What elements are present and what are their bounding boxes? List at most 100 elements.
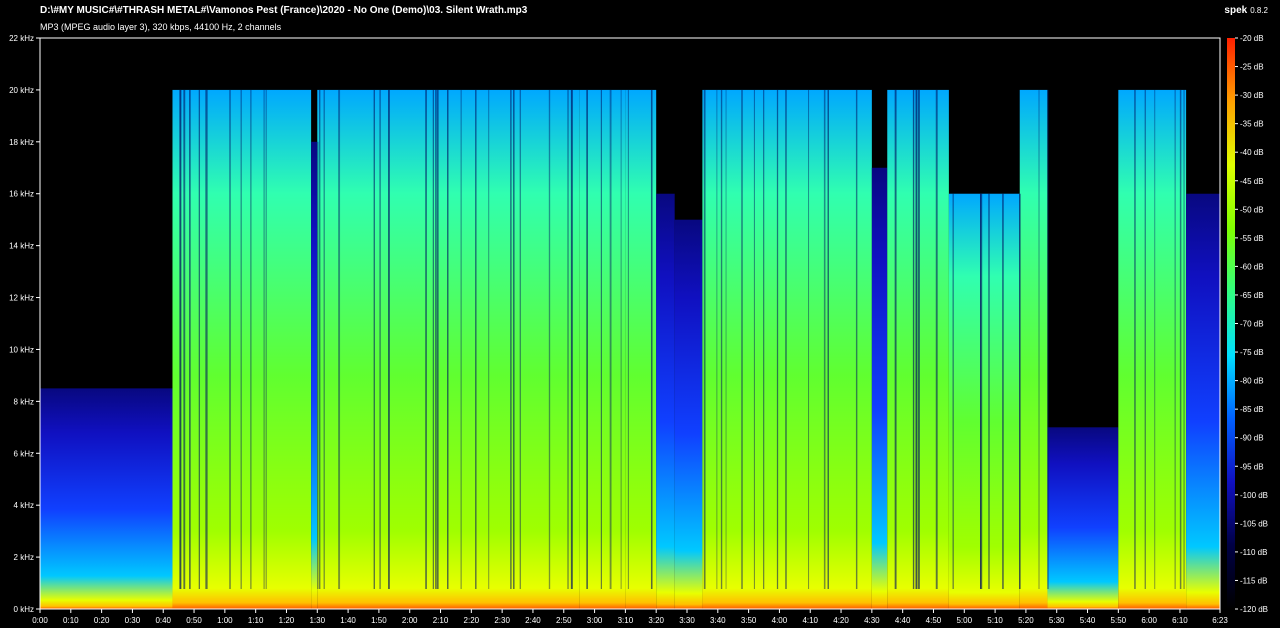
striation-line — [263, 89, 265, 589]
x-tick-label: 6:23 — [1212, 616, 1228, 625]
x-tick-label: 0:50 — [186, 616, 202, 625]
striation-line — [703, 89, 706, 589]
spectrogram-chart: 0 kHz 2 kHz 4 kHz 6 kHz 8 kHz 10 kHz 12 kHz 14 … — [9, 34, 1268, 625]
db-tick-label: -20 dB — [1240, 34, 1264, 43]
x-tick-label: 5:20 — [1018, 616, 1034, 625]
db-tick-label: -110 dB — [1240, 548, 1267, 557]
x-tick-label: 0:00 — [32, 616, 48, 625]
striation-line — [1179, 89, 1182, 589]
striation-line — [488, 89, 490, 589]
x-tick-label: 2:00 — [402, 616, 418, 625]
x-tick-label: 4:00 — [772, 616, 788, 625]
striation-line — [510, 89, 512, 589]
db-tick-label: -120 dB — [1240, 605, 1268, 614]
striation-line — [570, 89, 573, 589]
striation-line — [609, 89, 612, 589]
striation-line — [250, 89, 252, 589]
x-tick-label: 3:40 — [710, 616, 726, 625]
striation-line — [1002, 193, 1004, 589]
striation-line — [548, 89, 551, 589]
x-tick-label: 5:30 — [1049, 616, 1065, 625]
striation-line — [179, 89, 182, 589]
striation-line — [460, 89, 462, 589]
spectrogram-segment — [579, 89, 626, 610]
db-tick-label: -60 dB — [1240, 262, 1264, 271]
x-tick-label: 1:20 — [279, 616, 295, 625]
spectrogram-segments — [40, 89, 1220, 610]
striation-line — [620, 89, 622, 589]
db-tick-label: -25 dB — [1240, 63, 1264, 72]
y-tick-label: 12 kHz — [9, 294, 34, 303]
spectrogram-segment — [1047, 427, 1119, 609]
striation-line — [776, 89, 779, 589]
striation-line — [725, 89, 727, 589]
striation-line — [373, 89, 375, 589]
x-tick-label: 3:00 — [587, 616, 603, 625]
x-tick-label: 5:10 — [987, 616, 1003, 625]
x-tick-label: 4:20 — [833, 616, 849, 625]
spectrogram-segment — [40, 388, 173, 609]
spectrogram-segment — [1118, 89, 1187, 610]
striation-line — [319, 89, 321, 589]
x-tick-label: 3:50 — [741, 616, 757, 625]
striation-line — [785, 89, 787, 589]
striation-line — [753, 89, 755, 589]
x-tick-label: 5:40 — [1080, 616, 1096, 625]
y-tick-label: 22 kHz — [9, 34, 34, 43]
db-tick-label: -90 dB — [1240, 434, 1264, 443]
x-tick-label: 5:00 — [956, 616, 972, 625]
striation-line — [894, 89, 897, 589]
striation-line — [1154, 89, 1156, 589]
striation-line — [1183, 89, 1185, 589]
x-tick-label: 3:30 — [679, 616, 695, 625]
x-tick-label: 6:00 — [1141, 616, 1157, 625]
y-tick-label: 6 kHz — [14, 449, 34, 458]
spectrogram-segment — [948, 193, 1020, 609]
striation-line — [600, 89, 602, 589]
db-tick-label: -95 dB — [1240, 462, 1264, 471]
db-tick-label: -75 dB — [1240, 348, 1264, 357]
y-tick-label: 4 kHz — [14, 501, 34, 510]
y-tick-label: 18 kHz — [9, 138, 34, 147]
db-scale: -20 dB -25 dB -30 dB -35 dB -40 dB -45 dB -50 … — [1235, 34, 1268, 614]
striation-line — [980, 193, 983, 589]
striation-line — [513, 89, 515, 589]
striation-line — [435, 89, 437, 589]
db-tick-label: -70 dB — [1240, 320, 1264, 329]
striation-line — [808, 89, 810, 589]
striation-line — [338, 89, 341, 589]
x-tick-label: 1:00 — [217, 616, 233, 625]
y-tick-label: 16 kHz — [9, 190, 34, 199]
striation-line — [240, 89, 242, 589]
striation-line — [763, 89, 765, 589]
x-tick-label: 4:30 — [864, 616, 880, 625]
striation-line — [1019, 193, 1021, 589]
y-tick-label: 20 kHz — [9, 86, 34, 95]
db-tick-label: -55 dB — [1240, 234, 1264, 243]
x-tick-label: 0:10 — [63, 616, 79, 625]
striation-line — [988, 193, 990, 589]
db-tick-label: -30 dB — [1240, 91, 1264, 100]
spectrogram-segment — [871, 167, 888, 610]
striation-line — [650, 89, 653, 589]
striation-line — [952, 193, 954, 589]
x-tick-label: 3:10 — [618, 616, 634, 625]
x-tick-label: 0:40 — [155, 616, 171, 625]
y-tick-label: 8 kHz — [14, 397, 34, 406]
y-tick-label: 14 kHz — [9, 242, 34, 251]
y-tick-label: 0 kHz — [14, 605, 34, 614]
striation-line — [855, 89, 858, 589]
striation-line — [716, 89, 718, 589]
striation-line — [1047, 89, 1049, 589]
striation-line — [229, 89, 231, 589]
striation-line — [827, 89, 829, 589]
db-tick-label: -65 dB — [1240, 291, 1264, 300]
striation-line — [720, 89, 723, 589]
spectrogram-segment — [702, 89, 872, 610]
striation-line — [1174, 89, 1176, 589]
db-colorbar — [1227, 38, 1235, 609]
x-tick-label: 2:30 — [494, 616, 510, 625]
striation-line — [475, 89, 477, 589]
striation-line — [519, 89, 521, 589]
striation-line — [198, 89, 201, 589]
